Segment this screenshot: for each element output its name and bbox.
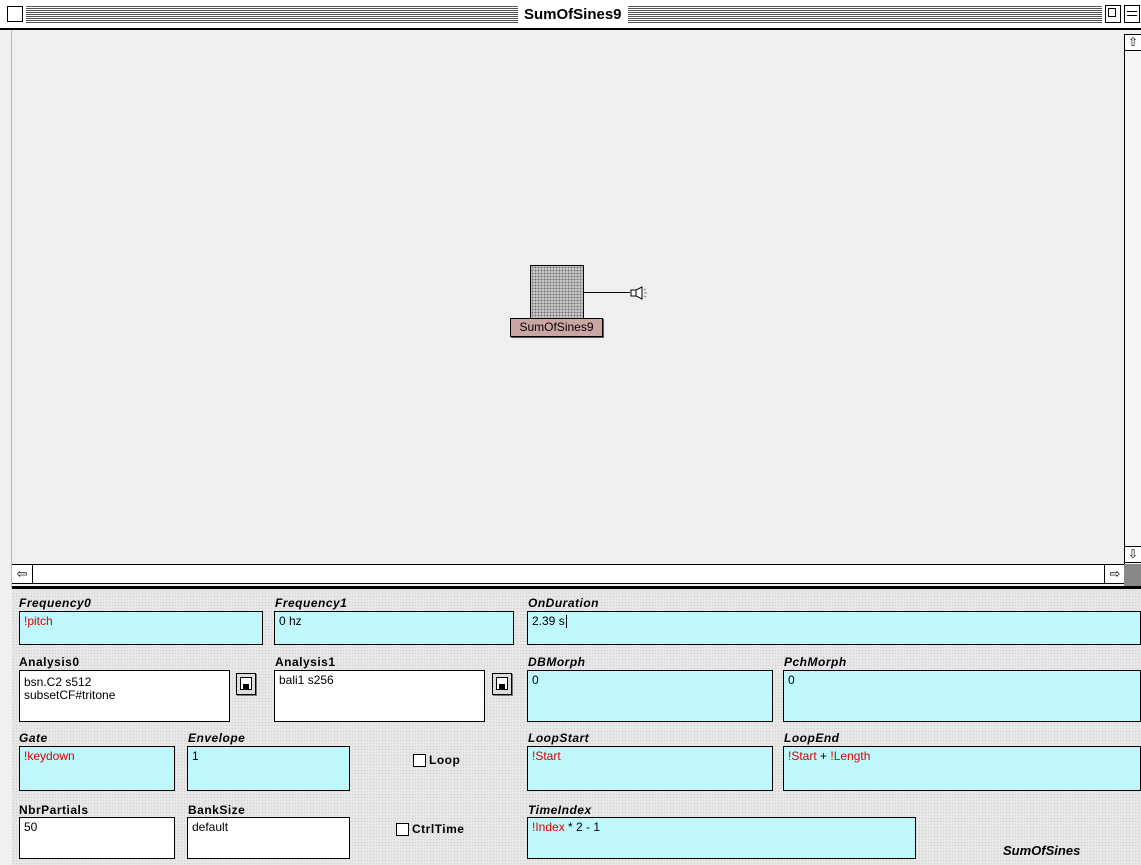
timeindex-expression: * 2 - 1	[564, 820, 601, 834]
analysis1-disk-icon[interactable]	[492, 673, 512, 695]
output-connector-line	[584, 292, 630, 293]
sound-object-label[interactable]: SumOfSines9	[510, 318, 603, 337]
analysis0-label: Analysis0	[19, 655, 80, 669]
onduration-value: 2.39 s	[532, 614, 565, 628]
loopstart-field[interactable]: !Start	[527, 746, 773, 791]
nbrpartials-field[interactable]: 50	[19, 817, 175, 859]
sound-object-icon[interactable]	[530, 265, 584, 320]
loopend-operator: +	[816, 749, 831, 763]
pchmorph-label: PchMorph	[784, 655, 847, 669]
frequency1-field[interactable]: 0 hz	[274, 611, 514, 645]
loopend-start-var: !Start	[788, 749, 817, 763]
loop-checkbox-label: Loop	[429, 753, 461, 767]
sound-class-name: SumOfSines	[1003, 843, 1081, 858]
onduration-label: OnDuration	[528, 596, 599, 610]
window-title: SumOfSines9	[518, 5, 628, 25]
onduration-field[interactable]: 2.39 s	[527, 611, 1141, 645]
window-left-edge	[0, 30, 12, 588]
loopend-field[interactable]: !Start + !Length	[783, 746, 1141, 791]
timeindex-field[interactable]: !Index * 2 - 1	[527, 817, 916, 859]
analysis1-label: Analysis1	[275, 655, 336, 669]
frequency0-label: Frequency0	[19, 596, 92, 610]
close-box-icon[interactable]	[7, 6, 23, 22]
ctrltime-checkbox-label: CtrlTime	[412, 822, 465, 836]
scroll-right-arrow-icon[interactable]: ⇨	[1104, 565, 1125, 583]
scroll-up-arrow-icon[interactable]: ⇧	[1125, 34, 1141, 51]
title-bar[interactable]: SumOfSines9	[0, 0, 1141, 30]
banksize-field[interactable]: default	[187, 817, 350, 859]
timeindex-index-var: !Index	[532, 820, 565, 834]
text-cursor	[565, 615, 567, 629]
scroll-down-arrow-icon[interactable]: ⇩	[1125, 546, 1141, 563]
sound-editor-window: SumOfSines9 SumOfSines9 ⇧ ⇩ ⇦ ⇨ Frequenc…	[0, 0, 1141, 865]
analysis0-disk-icon[interactable]	[236, 673, 256, 695]
grow-box[interactable]	[1124, 564, 1141, 588]
horizontal-scrollbar[interactable]: ⇦ ⇨	[12, 564, 1125, 584]
timeindex-label: TimeIndex	[528, 803, 592, 817]
analysis1-field[interactable]: bali1 s256	[274, 670, 485, 722]
loop-checkbox-box[interactable]	[413, 753, 426, 767]
collapse-box-icon[interactable]	[1124, 5, 1140, 23]
ctrltime-checkbox-box[interactable]	[396, 822, 409, 836]
envelope-label: Envelope	[188, 731, 246, 745]
vertical-scrollbar[interactable]: ⇧ ⇩	[1124, 34, 1141, 589]
frequency0-field[interactable]: !pitch	[19, 611, 263, 645]
ctrltime-checkbox[interactable]: CtrlTime	[396, 822, 464, 836]
pchmorph-field[interactable]: 0	[783, 670, 1141, 722]
loopstart-label: LoopStart	[528, 731, 590, 745]
analysis0-field[interactable]: bsn.C2 s512 subsetCF#tritone	[19, 670, 230, 722]
speaker-icon[interactable]	[630, 286, 650, 300]
dbmorph-label: DBMorph	[528, 655, 586, 669]
loop-checkbox[interactable]: Loop	[413, 753, 460, 767]
frequency1-label: Frequency1	[275, 596, 348, 610]
nbrpartials-label: NbrPartials	[19, 803, 89, 817]
gate-field[interactable]: !keydown	[19, 746, 175, 791]
dbmorph-field[interactable]: 0	[527, 670, 773, 722]
gate-label: Gate	[19, 731, 48, 745]
scroll-left-arrow-icon[interactable]: ⇦	[12, 565, 33, 583]
loopend-label: LoopEnd	[784, 731, 840, 745]
banksize-label: BankSize	[188, 803, 246, 817]
envelope-field[interactable]: 1	[187, 746, 350, 791]
loopend-length-var: !Length	[830, 749, 871, 763]
zoom-box-icon[interactable]	[1105, 5, 1121, 23]
